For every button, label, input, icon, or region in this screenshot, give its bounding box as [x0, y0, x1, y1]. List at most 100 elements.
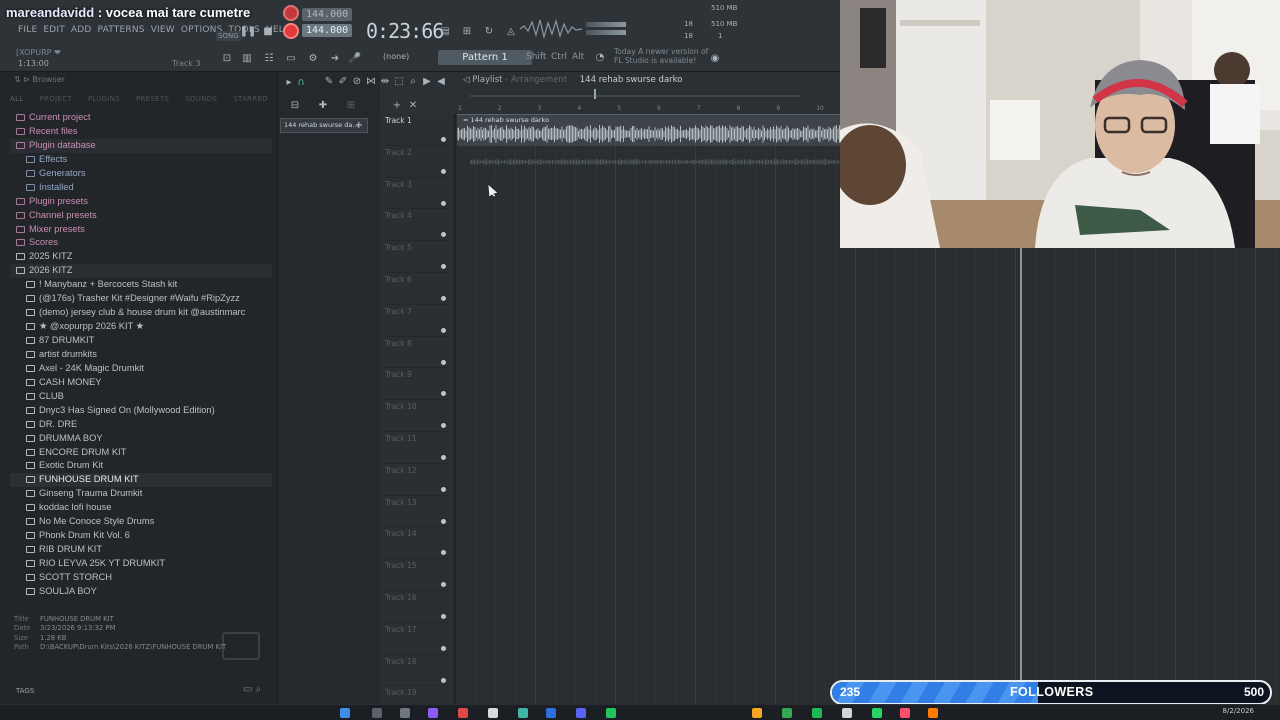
chrome-icon[interactable] — [782, 708, 792, 718]
step-seq-icon[interactable]: ⊞ — [458, 24, 476, 38]
browser-item[interactable]: Generators — [10, 167, 272, 181]
menu-item-patterns[interactable]: PATTERNS — [98, 25, 145, 35]
scroll-thumb[interactable] — [594, 89, 596, 99]
browser-item[interactable]: Installed — [10, 181, 272, 195]
track-mute-led[interactable] — [441, 423, 446, 429]
menu-item-file[interactable]: FILE — [18, 25, 37, 35]
browser-item[interactable]: 2026 KITZ — [10, 264, 272, 279]
app-icon-4[interactable] — [518, 708, 528, 718]
app-icon-6[interactable] — [576, 708, 586, 718]
track-header[interactable]: Track 18 — [380, 655, 455, 687]
browser-item[interactable]: RIO LEYVA 25K YT DRUMKIT — [10, 557, 272, 571]
track-mute-led[interactable] — [441, 391, 446, 397]
app-icon-8[interactable] — [752, 708, 762, 718]
track-header[interactable]: Track 8 — [380, 337, 455, 369]
pattern-clip-item[interactable]: 144 rehab swurse da... + — [280, 118, 368, 133]
browser-item[interactable]: Phonk Drum Kit Vol. 6 — [10, 529, 272, 543]
browser-item[interactable]: Channel presets — [10, 209, 272, 223]
track-header[interactable]: Track 3 — [380, 178, 455, 210]
browser-item[interactable]: Dnyc3 Has Signed On (Mollywood Edition) — [10, 404, 272, 418]
browser-item[interactable]: ENCORE DRUM KIT — [10, 446, 272, 460]
browser-item[interactable]: Current project — [10, 111, 272, 125]
track-mute-led[interactable] — [441, 677, 446, 683]
track-header[interactable]: Track 17 — [380, 623, 455, 655]
browser-tab-plugins[interactable]: PLUGINS — [88, 95, 120, 103]
mixer-icon[interactable]: ▤ — [436, 24, 454, 38]
snap-ctrl[interactable]: Ctrl — [551, 52, 567, 62]
clip-icon[interactable]: ⊞ — [342, 98, 360, 112]
arrow-icon[interactable]: ➜ — [326, 51, 344, 65]
app-icon-3[interactable] — [488, 708, 498, 718]
snap-shift[interactable]: Shift — [526, 52, 546, 62]
task-view-icon[interactable] — [400, 708, 410, 718]
track-header[interactable]: Track 6 — [380, 273, 455, 305]
tempo-display[interactable]: 144.000 — [302, 24, 353, 37]
browser-search-icon[interactable]: ▭ ⌕ — [243, 684, 261, 695]
app-icon-11[interactable] — [872, 708, 882, 718]
browser-item[interactable]: (demo) jersey club & house drum kit @aus… — [10, 306, 272, 320]
browser-item[interactable]: ★ @xopurpp 2026 KIT ★ — [10, 320, 272, 334]
track-mute-led[interactable] — [441, 645, 446, 651]
track-header[interactable]: Track 14 — [380, 527, 455, 560]
close-icon[interactable]: ✕ — [404, 98, 422, 112]
track-header[interactable]: Track 12 — [380, 464, 455, 496]
browser-item[interactable]: 2025 KITZ — [10, 250, 272, 264]
back-icon[interactable]: ⊟ — [286, 98, 304, 112]
track-mute-led[interactable] — [441, 232, 446, 238]
update-notice[interactable]: Today A newer version of FL Studio is av… — [614, 47, 708, 65]
microphone-icon[interactable]: 🎤 — [346, 51, 364, 65]
channel-rack-icon[interactable]: ☷ — [260, 51, 278, 65]
browser-item[interactable]: 87 DRUMKIT — [10, 334, 272, 348]
menu-item-view[interactable]: VIEW — [151, 25, 175, 35]
browser-item[interactable]: Axel - 24K Magic Drumkit — [10, 362, 272, 376]
audio-clip[interactable]: ≈ 144 rehab swurse darko — [457, 114, 840, 146]
browser-tab-sounds[interactable]: SOUNDS — [185, 95, 217, 103]
track-header[interactable]: Track 11 — [380, 432, 455, 464]
browser-item[interactable]: SCOTT STORCH — [10, 571, 272, 585]
menu-item-edit[interactable]: EDIT — [43, 25, 65, 35]
track-mute-led[interactable] — [441, 582, 446, 588]
browser-item[interactable]: DR. DRE — [10, 418, 272, 432]
track-header[interactable]: Track 5 — [380, 241, 455, 273]
track-mute-led[interactable] — [441, 359, 446, 365]
browser-item[interactable]: (@176s) Trasher Kit #Designer #Waifu #Ri… — [10, 292, 272, 306]
track-mute-led[interactable] — [441, 168, 446, 174]
track-header[interactable]: Track 1 — [380, 114, 455, 146]
track-mute-led[interactable] — [441, 486, 446, 492]
browser-item[interactable]: Scores — [10, 236, 272, 250]
browser-item[interactable]: Recent files — [10, 125, 272, 139]
track-mute-led[interactable] — [441, 200, 446, 206]
app-icon-5[interactable] — [546, 708, 556, 718]
track-header[interactable]: Track 7 — [380, 305, 455, 337]
song-mode-toggle[interactable]: SONG — [216, 31, 241, 41]
windows-start-icon[interactable] — [340, 708, 350, 718]
track-header[interactable]: Track 15 — [380, 559, 455, 591]
browser-item[interactable]: DRUMMA BOY — [10, 432, 272, 446]
news-icon[interactable]: ◉ — [706, 51, 724, 65]
browser-item[interactable]: RIB DRUM KIT — [10, 543, 272, 557]
app-icon-10[interactable] — [842, 708, 852, 718]
browser-item[interactable]: CASH MONEY — [10, 376, 272, 390]
record-button[interactable] — [283, 23, 299, 39]
playlist-icon[interactable]: ⊡ — [218, 51, 236, 65]
track-mute-led[interactable] — [441, 455, 446, 460]
loop-icon[interactable]: ↻ — [480, 24, 498, 38]
pattern-select-none[interactable]: (none) — [383, 52, 409, 61]
browser-item[interactable]: Exotic Drum Kit — [10, 459, 272, 473]
browser-item[interactable]: Ginseng Trauma Drumkit — [10, 487, 272, 501]
horizontal-scrollbar[interactable] — [470, 95, 800, 97]
browser-item[interactable]: koddac lofi house — [10, 501, 272, 515]
browser-item[interactable]: CLUB — [10, 390, 272, 404]
app-icon-1[interactable] — [428, 708, 438, 718]
browser-item[interactable]: ! Manybanz + Bercocets Stash kit — [10, 278, 272, 292]
magnet-icon[interactable]: ∩ — [292, 75, 310, 89]
track-mute-led[interactable] — [441, 327, 446, 333]
track-mute-led[interactable] — [441, 614, 446, 619]
track-header[interactable]: Track 2 — [380, 146, 455, 178]
speaker-icon[interactable]: ◀ — [432, 74, 450, 88]
browser-item[interactable]: Mixer presets — [10, 223, 272, 237]
move-icon[interactable]: ✚ — [314, 98, 332, 112]
browser-item[interactable]: FUNHOUSE DRUM KIT — [10, 473, 272, 488]
browser-item[interactable]: artist drumkits — [10, 348, 272, 362]
pause-icon[interactable]: ❚❚ — [239, 24, 257, 38]
